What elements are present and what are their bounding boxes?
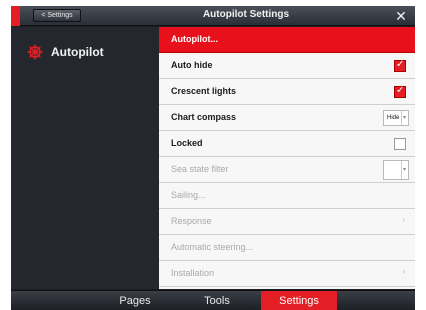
auto-hide-checkbox[interactable] — [394, 59, 406, 72]
row-label: Installation — [171, 268, 215, 278]
row-label: Sailing... — [171, 190, 206, 200]
tab-tools[interactable]: Tools — [179, 291, 255, 310]
menu-row-automatic-steering[interactable]: Automatic steering... — [159, 235, 415, 261]
row-label: Crescent lights — [171, 86, 237, 96]
select-value: Hide — [387, 115, 400, 121]
crescent-lights-checkbox[interactable] — [394, 85, 406, 98]
menu-row-crescent-lights[interactable]: Crescent lights — [159, 79, 415, 105]
chart-compass-select[interactable]: Hide ▾ — [383, 110, 409, 126]
menu-row-sailing[interactable]: Sailing... — [159, 183, 415, 209]
bottom-tab-bar: Pages Tools Settings — [11, 290, 415, 310]
menu-row-installation[interactable]: Installation › — [159, 261, 415, 287]
title-accent — [11, 6, 20, 26]
sidebar-item-autopilot[interactable]: Autopilot — [11, 41, 159, 65]
chevron-right-icon: › — [402, 267, 405, 276]
menu-header-autopilot[interactable]: Autopilot... — [159, 27, 415, 53]
app-frame: < Settings Autopilot Settings ✕ Autopilo… — [11, 6, 415, 310]
settings-sidebar: Autopilot — [11, 27, 159, 289]
menu-row-auto-hide[interactable]: Auto hide — [159, 53, 415, 79]
row-label: Auto hide — [171, 60, 213, 70]
row-label: Chart compass — [171, 112, 237, 122]
sidebar-item-label: Autopilot — [51, 45, 104, 59]
tab-pages[interactable]: Pages — [97, 291, 173, 310]
chevron-down-icon: ▾ — [401, 111, 407, 125]
row-label: Response — [171, 216, 212, 226]
chevron-down-icon: ▾ — [401, 161, 407, 179]
tab-settings[interactable]: Settings — [261, 291, 337, 310]
close-icon[interactable]: ✕ — [393, 9, 409, 23]
menu-row-chart-compass[interactable]: Chart compass Hide ▾ — [159, 105, 415, 131]
title-bar: < Settings Autopilot Settings ✕ — [11, 6, 415, 26]
menu-header-label: Autopilot... — [171, 34, 218, 44]
row-label: Automatic steering... — [171, 242, 254, 252]
settings-menu: Autopilot... Auto hide Crescent lights C… — [159, 27, 415, 289]
window-title: Autopilot Settings — [202, 9, 290, 20]
row-label: Sea state filter — [171, 164, 229, 174]
locked-checkbox[interactable] — [394, 138, 406, 150]
autopilot-wheel-icon — [27, 44, 43, 60]
row-label: Locked — [171, 138, 203, 148]
back-settings-button[interactable]: < Settings — [33, 9, 81, 22]
menu-row-locked[interactable]: Locked — [159, 131, 415, 157]
chevron-right-icon: › — [402, 215, 405, 224]
sea-state-filter-select[interactable]: ▾ — [383, 160, 409, 180]
menu-row-sea-state-filter[interactable]: Sea state filter ▾ — [159, 157, 415, 183]
menu-row-response[interactable]: Response › — [159, 209, 415, 235]
